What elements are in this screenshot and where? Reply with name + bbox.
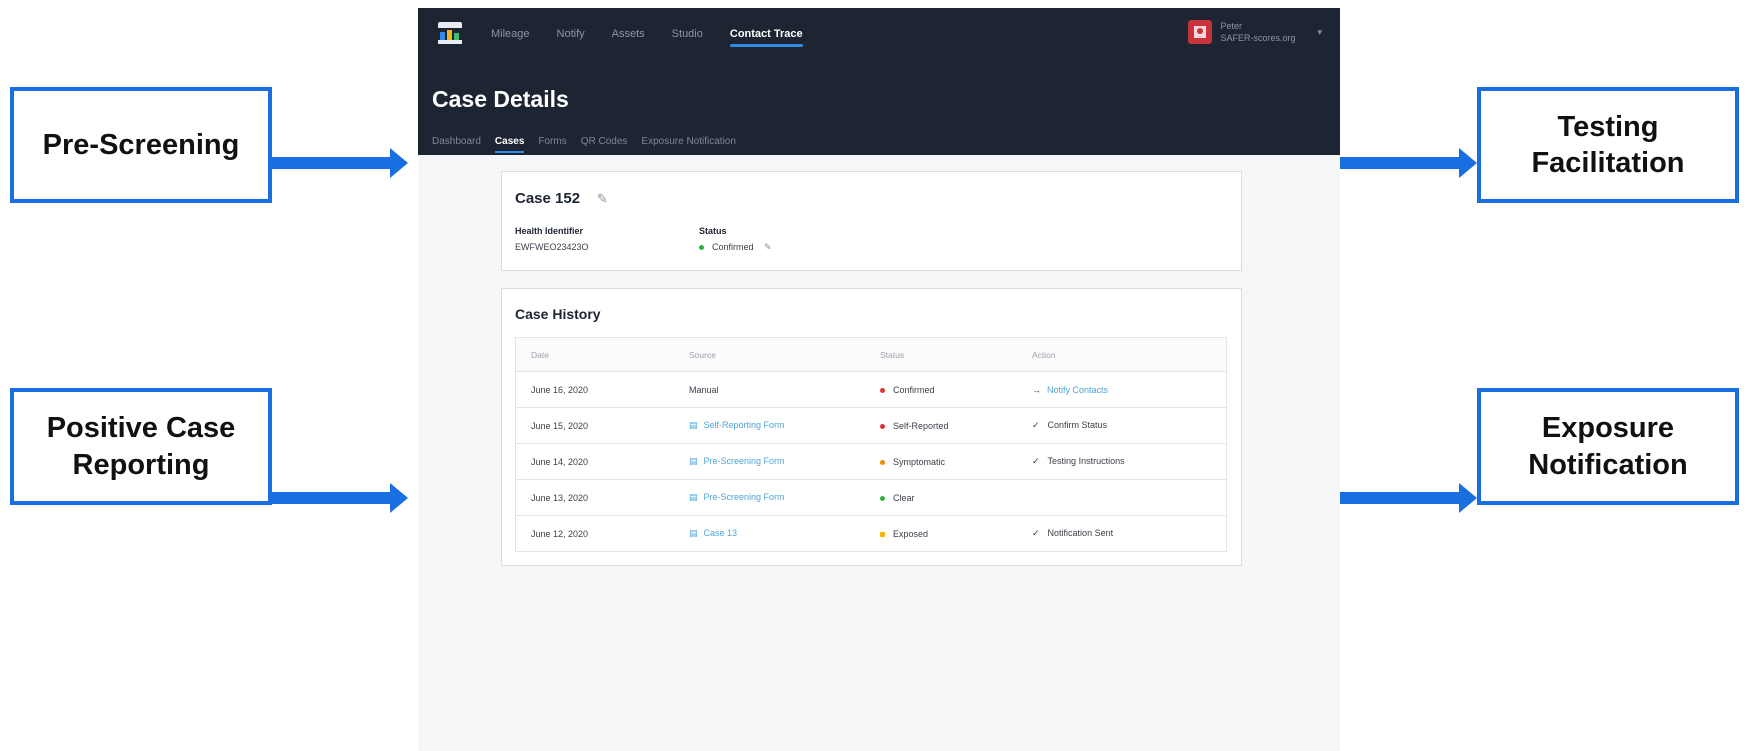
row-status: Confirmed	[865, 371, 1017, 408]
source-link[interactable]: Self-Reporting Form	[704, 420, 785, 430]
row-status-label: Confirmed	[893, 384, 935, 395]
nav-item-assets[interactable]: Assets	[612, 28, 645, 40]
arrow-exposure-notification	[1340, 483, 1477, 513]
table-row: June 16, 2020 Manual Confirmed → Notify C…	[515, 371, 1227, 408]
case-icon: ▤	[689, 528, 698, 538]
sub-nav: Dashboard Cases Forms QR Codes Exposure …	[432, 136, 736, 153]
status-dot	[880, 387, 885, 393]
row-status: Exposed	[865, 516, 1017, 552]
top-bar: Mileage Notify Assets Studio Contact Tra…	[418, 8, 1340, 155]
column-header-status[interactable]: Status	[865, 337, 1017, 372]
callout-positive-case-reporting: Positive Case Reporting	[10, 388, 272, 505]
row-date: June 13, 2020	[515, 479, 674, 516]
table-row: June 12, 2020 ▤ Case 13 Exposed ✓ Notifica…	[516, 516, 1227, 552]
row-action	[1017, 479, 1227, 516]
callout-exposure-notification: Exposure Notification	[1477, 388, 1739, 505]
arrow-right-icon: →	[1032, 384, 1041, 395]
row-action: ✓ Notification Sent	[1017, 516, 1227, 552]
row-source: ▤ Self-Reporting Form	[674, 407, 865, 444]
table-row: June 15, 2020 ▤ Self-Reporting Form Self-…	[515, 407, 1227, 444]
source-link[interactable]: Pre-Screening Form	[704, 492, 785, 502]
status-label: Status	[699, 226, 727, 236]
case-history-title: Case History	[515, 306, 601, 322]
main-nav: Mileage Notify Assets Studio Contact Tra…	[491, 28, 803, 47]
avatar[interactable]	[1188, 20, 1213, 44]
callout-pre-screening: Pre-Screening	[10, 87, 272, 203]
row-date: June 14, 2020	[515, 443, 674, 480]
user-org: SAFER-scores.org	[1220, 33, 1296, 43]
column-header-date[interactable]: Date	[515, 337, 674, 372]
user-menu[interactable]: Peter SAFER-scores.org ▾	[1188, 20, 1322, 44]
tab-qr-codes[interactable]: QR Codes	[581, 136, 628, 147]
arrow-positive-case-reporting	[272, 483, 408, 513]
source-link[interactable]: Case 13	[704, 528, 738, 538]
arrow-pre-screening	[272, 148, 408, 178]
health-identifier-label: Health Identifier	[515, 226, 584, 236]
action-label[interactable]: Testing Instructions	[1048, 456, 1125, 466]
form-icon: ▤	[689, 456, 698, 466]
row-action: → Notify Contacts	[1017, 371, 1227, 408]
check-icon: ✓	[1032, 420, 1040, 430]
status-dot	[880, 495, 885, 501]
row-source: Manual	[674, 371, 865, 408]
row-status: Self-Reported	[865, 407, 1017, 444]
callout-testing-facilitation: Testing Facilitation	[1477, 87, 1739, 203]
table-row: June 14, 2020 ▤ Pre-Screening Form Sympto…	[515, 443, 1227, 480]
nav-item-studio[interactable]: Studio	[672, 28, 703, 40]
column-header-action[interactable]: Action	[1017, 337, 1227, 372]
nav-item-mileage[interactable]: Mileage	[491, 28, 530, 40]
tab-forms[interactable]: Forms	[538, 136, 566, 147]
row-source: ▤ Case 13	[674, 516, 865, 552]
row-status: Clear	[865, 479, 1017, 516]
notify-contacts-link[interactable]: Notify Contacts	[1047, 385, 1108, 395]
row-source: ▤ Pre-Screening Form	[674, 443, 865, 480]
row-status-label: Exposed	[893, 528, 929, 539]
check-icon: ✓	[1032, 456, 1040, 466]
case-title: Case 152	[515, 190, 581, 207]
row-date: June 12, 2020	[531, 528, 589, 539]
user-name: Peter	[1220, 21, 1242, 31]
chevron-down-icon[interactable]: ▾	[1317, 27, 1322, 38]
row-status-label: Clear	[893, 492, 915, 503]
page-title: Case Details	[432, 86, 569, 112]
app-window: Mileage Notify Assets Studio Contact Tra…	[418, 8, 1340, 751]
row-action: ✓ Testing Instructions	[1017, 443, 1227, 480]
row-date: June 16, 2020	[515, 371, 674, 408]
action-label[interactable]: Confirm Status	[1048, 420, 1108, 430]
row-status: Symptomatic	[865, 443, 1017, 480]
source-link[interactable]: Pre-Screening Form	[704, 456, 785, 466]
pencil-icon[interactable]: ✎	[764, 242, 772, 252]
nav-item-notify[interactable]: Notify	[557, 28, 585, 40]
table-row: June 13, 2020 ▤ Pre-Screening Form Clear	[515, 479, 1227, 516]
row-status-label: Symptomatic	[893, 456, 946, 467]
health-identifier-value: EWFWEO23423O	[515, 242, 589, 252]
status-dot	[699, 245, 704, 251]
form-icon: ▤	[689, 420, 698, 430]
case-history-card: Case History Date Source Status Action J…	[501, 288, 1242, 566]
user-info: Peter SAFER-scores.org	[1220, 20, 1295, 44]
app-logo-icon[interactable]	[438, 22, 462, 44]
form-icon: ▤	[689, 492, 698, 502]
case-history-table: Date Source Status Action June 16, 2020 …	[515, 337, 1227, 552]
tab-cases[interactable]: Cases	[494, 136, 525, 153]
tab-exposure-notification[interactable]: Exposure Notification	[641, 136, 736, 147]
status-value-group: Confirmed ✎	[699, 242, 772, 253]
row-status-label: Self-Reported	[893, 420, 949, 431]
status-dot	[880, 531, 885, 537]
arrow-testing-facilitation	[1340, 148, 1477, 178]
row-action: ✓ Confirm Status	[1017, 407, 1227, 444]
tab-dashboard[interactable]: Dashboard	[432, 136, 481, 147]
nav-item-contact-trace[interactable]: Contact Trace	[729, 28, 803, 47]
action-label: Notification Sent	[1047, 528, 1114, 538]
status-value: Confirmed	[712, 242, 754, 252]
row-source: ▤ Pre-Screening Form	[674, 479, 865, 516]
case-summary-card: Case 152 ✎ Health Identifier EWFWEO23423…	[501, 171, 1242, 271]
table-header-row: Date Source Status Action	[515, 337, 1227, 372]
row-date: June 15, 2020	[515, 407, 674, 444]
pencil-icon[interactable]: ✎	[597, 191, 608, 207]
check-icon: ✓	[1032, 528, 1040, 538]
status-dot	[880, 459, 885, 465]
column-header-source[interactable]: Source	[674, 337, 865, 372]
status-dot	[880, 423, 885, 429]
